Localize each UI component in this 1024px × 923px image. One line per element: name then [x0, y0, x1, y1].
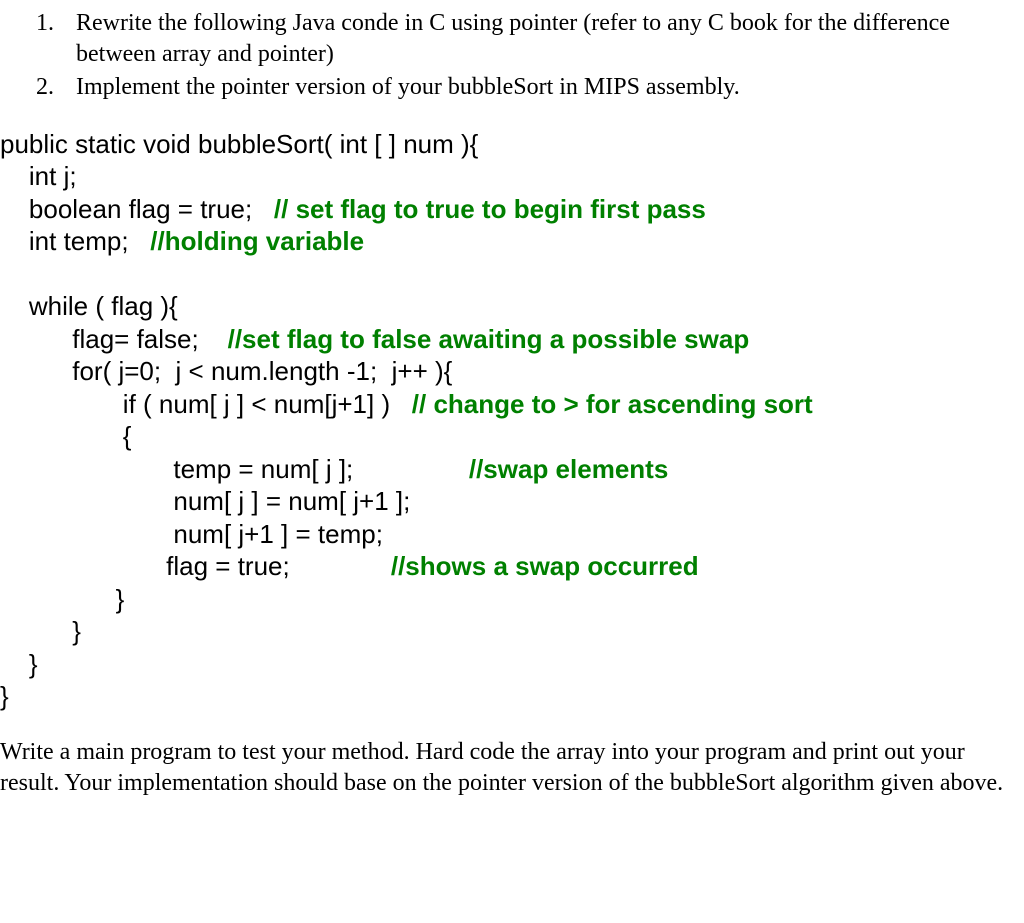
question-2: 2. Implement the pointer version of your…	[76, 72, 1016, 103]
question-1-text: Rewrite the following Java conde in C us…	[76, 10, 950, 67]
question-1-number: 1.	[36, 8, 54, 39]
code-comment-11: //swap elements	[469, 454, 668, 484]
code-line-14a: flag = true;	[0, 551, 391, 581]
code-line-3a: boolean flag = true;	[0, 194, 274, 224]
code-line-16: }	[0, 616, 81, 646]
code-line-2: int j;	[0, 161, 77, 191]
code-line-4a: int temp;	[0, 226, 150, 256]
question-2-number: 2.	[36, 72, 54, 103]
code-comment-3: // set flag to true to begin first pass	[274, 194, 706, 224]
code-line-8: for( j=0; j < num.length -1; j++ ){	[0, 356, 452, 386]
code-comment-14: //shows a swap occurred	[391, 551, 699, 581]
code-line-13: num[ j+1 ] = temp;	[0, 519, 383, 549]
code-block: public static void bubbleSort( int [ ] n…	[0, 128, 1016, 713]
code-line-15: }	[0, 584, 124, 614]
question-1: 1. Rewrite the following Java conde in C…	[76, 8, 1016, 70]
code-line-17: }	[0, 649, 38, 679]
code-comment-9: // change to > for ascending sort	[412, 389, 813, 419]
code-line-9a: if ( num[ j ] < num[j+1] )	[0, 389, 412, 419]
code-line-11a: temp = num[ j ];	[0, 454, 469, 484]
code-comment-7: //set flag to false awaiting a possible …	[228, 324, 750, 354]
code-line-10: {	[0, 421, 132, 451]
footer-instructions: Write a main program to test your method…	[0, 737, 1016, 799]
code-comment-4: //holding variable	[150, 226, 364, 256]
code-line-7a: flag= false;	[0, 324, 228, 354]
question-list: 1. Rewrite the following Java conde in C…	[0, 8, 1016, 104]
question-2-text: Implement the pointer version of your bu…	[76, 74, 740, 100]
code-line-6: while ( flag ){	[0, 291, 178, 321]
code-line-18: }	[0, 681, 9, 711]
code-line-12: num[ j ] = num[ j+1 ];	[0, 486, 410, 516]
code-line-1: public static void bubbleSort( int [ ] n…	[0, 129, 478, 159]
